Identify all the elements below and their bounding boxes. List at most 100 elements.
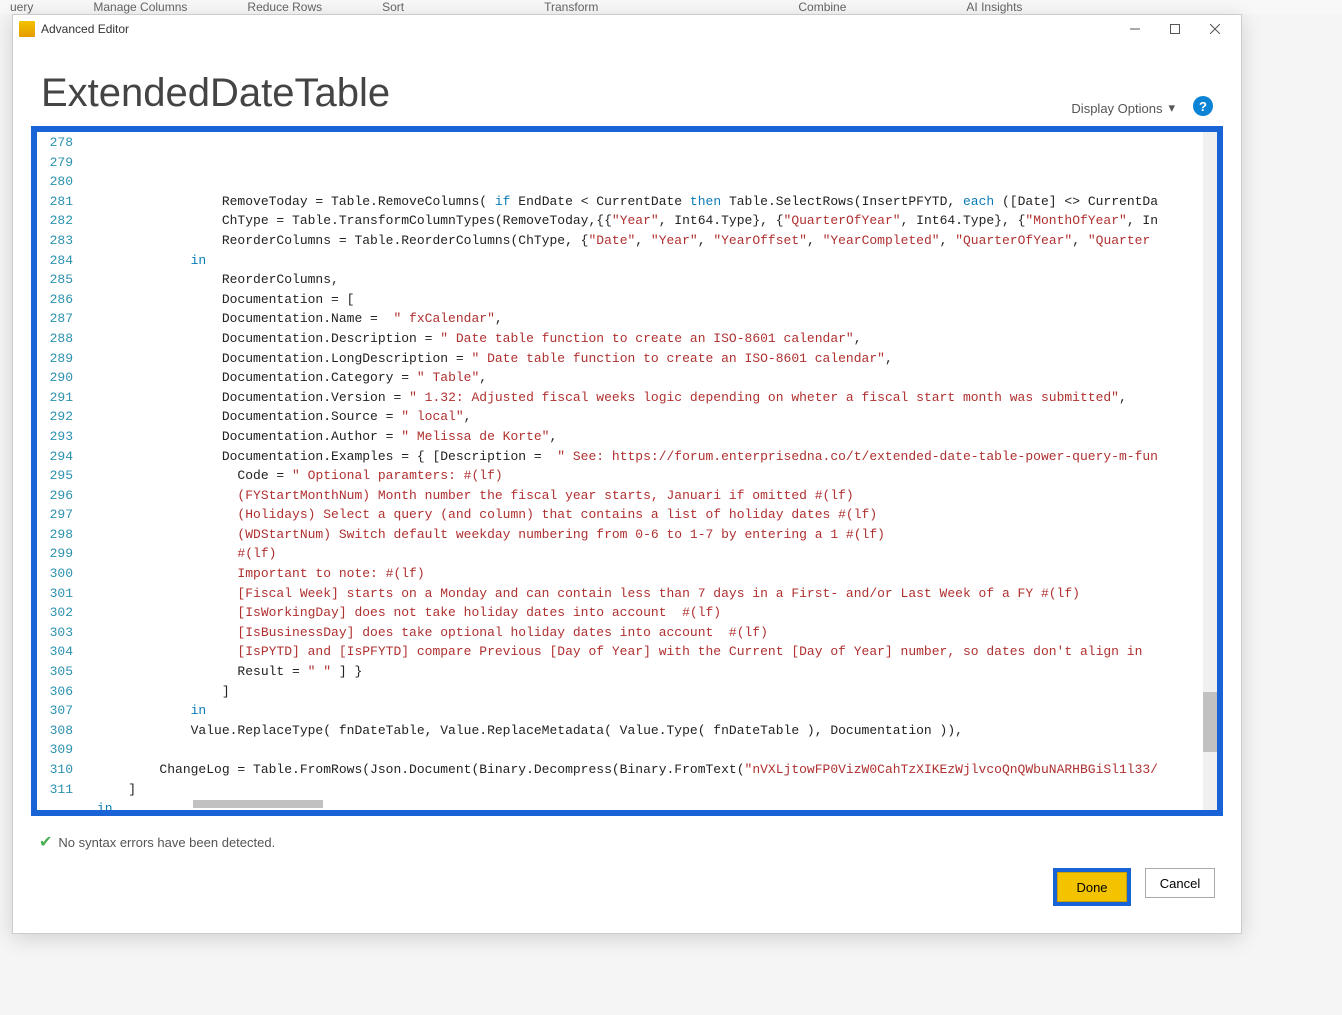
code-line[interactable]: ReorderColumns, xyxy=(97,270,1217,290)
ribbon-item: uery xyxy=(10,0,33,14)
fold-marker xyxy=(79,486,93,506)
fold-marker xyxy=(79,251,93,271)
fold-marker xyxy=(79,564,93,584)
horizontal-scrollbar-thumb[interactable] xyxy=(193,800,323,808)
code-line[interactable]: [Fiscal Week] starts on a Monday and can… xyxy=(97,584,1217,604)
ribbon-item: AI Insights xyxy=(966,0,1022,14)
vertical-scrollbar[interactable] xyxy=(1203,132,1217,810)
line-number: 278 xyxy=(41,133,73,153)
fold-marker xyxy=(79,525,93,545)
code-line[interactable]: ChType = Table.TransformColumnTypes(Remo… xyxy=(97,211,1217,231)
line-number: 283 xyxy=(41,231,73,251)
fold-marker xyxy=(79,427,93,447)
ribbon-item: Sort xyxy=(382,0,404,14)
code-line[interactable]: Documentation.Author = " Melissa de Kort… xyxy=(97,427,1217,447)
ribbon-item: Reduce Rows xyxy=(247,0,322,14)
fold-marker xyxy=(79,153,93,173)
code-line[interactable]: Documentation.LongDescription = " Date t… xyxy=(97,349,1217,369)
code-line[interactable]: ChangeLog = Table.FromRows(Json.Document… xyxy=(97,760,1217,780)
code-line[interactable]: Code = " Optional paramters: #(lf) xyxy=(97,466,1217,486)
code-line[interactable] xyxy=(97,172,1217,192)
line-number: 311 xyxy=(41,780,73,800)
code-line[interactable]: Documentation = [ xyxy=(97,290,1217,310)
code-line[interactable]: RemoveToday = Table.RemoveColumns( if En… xyxy=(97,192,1217,212)
fold-marker xyxy=(79,584,93,604)
fold-marker xyxy=(79,544,93,564)
fold-marker xyxy=(79,662,93,682)
fold-marker xyxy=(79,290,93,310)
fold-marker xyxy=(79,447,93,467)
advanced-editor-window: Advanced Editor ExtendedDateTable Displa… xyxy=(12,14,1242,934)
maximize-button[interactable] xyxy=(1155,17,1195,41)
line-number: 300 xyxy=(41,564,73,584)
fold-marker xyxy=(79,407,93,427)
code-line[interactable]: [IsWorkingDay] does not take holiday dat… xyxy=(97,603,1217,623)
fold-marker xyxy=(79,740,93,760)
line-number: 291 xyxy=(41,388,73,408)
code-line[interactable]: Documentation.Examples = { [Description … xyxy=(97,447,1217,467)
code-line[interactable]: (FYStartMonthNum) Month number the fisca… xyxy=(97,486,1217,506)
code-line[interactable]: Important to note: #(lf) xyxy=(97,564,1217,584)
code-line[interactable]: #(lf) xyxy=(97,544,1217,564)
code-line[interactable]: [IsPYTD] and [IsPFYTD] compare Previous … xyxy=(97,642,1217,662)
done-button[interactable]: Done xyxy=(1057,872,1127,902)
check-icon: ✔ xyxy=(39,832,52,852)
code-editor[interactable]: 2782792802812822832842852862872882892902… xyxy=(37,132,1217,810)
chevron-down-icon: ▾ xyxy=(1168,100,1175,116)
line-number: 302 xyxy=(41,603,73,623)
fold-marker xyxy=(79,466,93,486)
status-bar: ✔ No syntax errors have been detected. xyxy=(13,826,1241,858)
fold-marker xyxy=(79,270,93,290)
code-line[interactable]: Result = " " ] } xyxy=(97,662,1217,682)
line-number: 298 xyxy=(41,525,73,545)
line-number: 308 xyxy=(41,721,73,741)
fold-marker xyxy=(79,349,93,369)
code-line[interactable]: ReorderColumns = Table.ReorderColumns(Ch… xyxy=(97,231,1217,251)
vertical-scrollbar-thumb[interactable] xyxy=(1203,692,1217,752)
code-line[interactable] xyxy=(97,740,1217,760)
close-button[interactable] xyxy=(1195,17,1235,41)
line-number: 307 xyxy=(41,701,73,721)
code-line[interactable]: in xyxy=(97,251,1217,271)
line-number: 280 xyxy=(41,172,73,192)
fold-marker xyxy=(79,760,93,780)
line-number: 279 xyxy=(41,153,73,173)
fold-marker xyxy=(79,505,93,525)
window-title: Advanced Editor xyxy=(41,22,129,36)
code-line[interactable]: ] xyxy=(97,682,1217,702)
line-number: 293 xyxy=(41,427,73,447)
code-line[interactable]: (WDStartNum) Switch default weekday numb… xyxy=(97,525,1217,545)
ribbon-item: Transform xyxy=(544,0,598,14)
fold-marker xyxy=(79,780,93,800)
code-line[interactable]: Documentation.Description = " Date table… xyxy=(97,329,1217,349)
cancel-button[interactable]: Cancel xyxy=(1145,868,1215,898)
code-line[interactable]: [IsBusinessDay] does take optional holid… xyxy=(97,623,1217,643)
code-line[interactable]: Documentation.Source = " local", xyxy=(97,407,1217,427)
line-number: 305 xyxy=(41,662,73,682)
fold-marker xyxy=(79,231,93,251)
code-line[interactable]: ] xyxy=(97,780,1217,800)
background-ribbon: uery Manage Columns Reduce Rows Sort Tra… xyxy=(0,0,1342,14)
code-line[interactable]: Documentation.Version = " 1.32: Adjusted… xyxy=(97,388,1217,408)
code-line[interactable]: in xyxy=(97,701,1217,721)
footer: Done Cancel xyxy=(13,858,1241,926)
titlebar: Advanced Editor xyxy=(13,15,1241,43)
fold-marker xyxy=(79,172,93,192)
line-number: 301 xyxy=(41,584,73,604)
display-options-dropdown[interactable]: Display Options ▾ xyxy=(1071,100,1175,116)
line-number: 309 xyxy=(41,740,73,760)
minimize-button[interactable] xyxy=(1115,17,1155,41)
code-area[interactable]: RemoveToday = Table.RemoveColumns( if En… xyxy=(93,132,1217,810)
line-number: 292 xyxy=(41,407,73,427)
line-number: 281 xyxy=(41,192,73,212)
code-line[interactable]: Documentation.Name = " fxCalendar", xyxy=(97,309,1217,329)
help-icon[interactable]: ? xyxy=(1193,96,1213,116)
code-line[interactable]: Documentation.Category = " Table", xyxy=(97,368,1217,388)
code-line[interactable]: (Holidays) Select a query (and column) t… xyxy=(97,505,1217,525)
code-line[interactable]: Value.ReplaceType( fnDateTable, Value.Re… xyxy=(97,721,1217,741)
fold-marker xyxy=(79,388,93,408)
line-number: 288 xyxy=(41,329,73,349)
line-number: 294 xyxy=(41,447,73,467)
status-text: No syntax errors have been detected. xyxy=(58,835,275,850)
fold-marker xyxy=(79,309,93,329)
